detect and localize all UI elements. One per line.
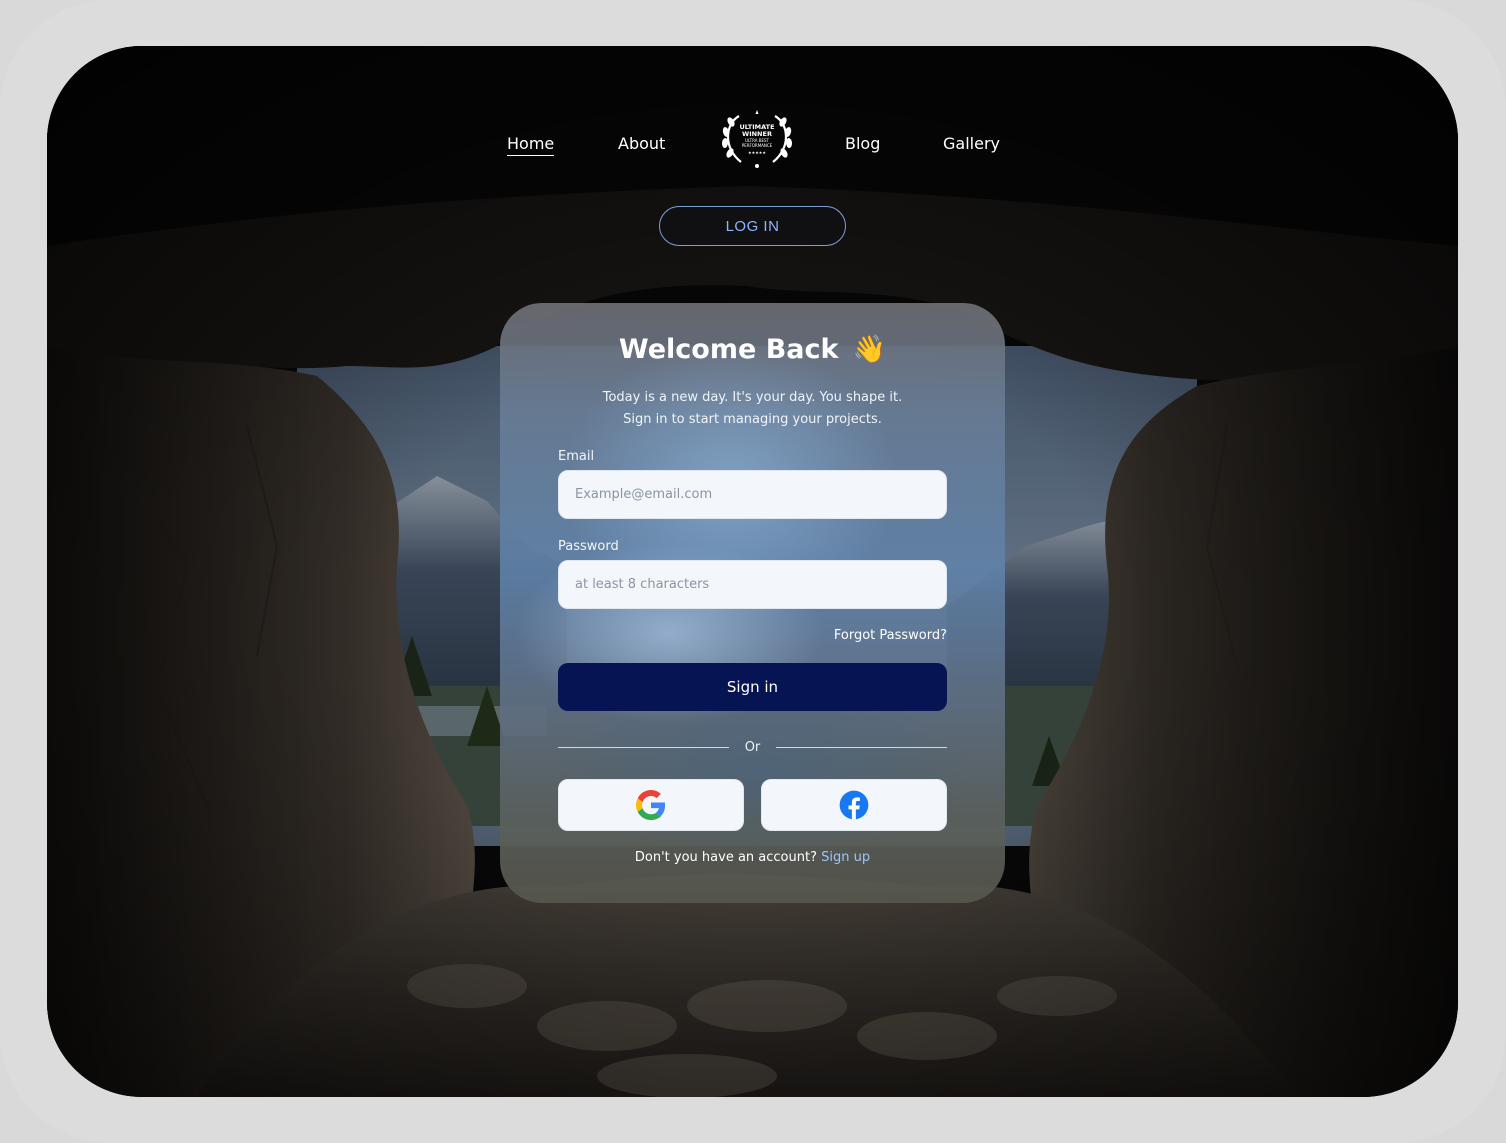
subtitle-line-2: Sign in to start managing your projects. (623, 412, 882, 427)
email-field[interactable] (558, 470, 947, 519)
welcome-title-text: Welcome Back (618, 334, 839, 365)
login-button[interactable]: LOG IN (659, 206, 846, 246)
facebook-signin-button[interactable] (761, 779, 947, 831)
award-badge-logo[interactable]: ULTIMATE WINNER ULTRA BEST PERFORMANCE ★… (719, 108, 795, 170)
password-label: Password (558, 539, 619, 554)
forgot-password-link[interactable]: Forgot Password? (834, 628, 947, 643)
login-card: Welcome Back 👋 Today is a new day. It's y… (500, 303, 1005, 903)
google-icon (636, 790, 666, 820)
nav-about-link[interactable]: About (618, 134, 665, 153)
wave-emoji-icon: 👋 (852, 334, 887, 365)
signup-row: Don't you have an account? Sign up (500, 850, 1005, 865)
divider-line-right (776, 747, 947, 748)
device-frame: Home About ULTIMATE WINNER ULTRA BEST PE… (0, 0, 1506, 1143)
sign-up-link[interactable]: Sign up (821, 850, 870, 865)
signup-prompt: Don't you have an account? (634, 850, 817, 865)
subtitle-line-1: Today is a new day. It's your day. You s… (602, 390, 903, 405)
card-subtitle: Today is a new day. It's your day. You s… (500, 387, 1005, 431)
nav-gallery-link[interactable]: Gallery (943, 134, 1000, 153)
svg-text:★★★★★: ★★★★★ (748, 150, 766, 155)
sign-in-button[interactable]: Sign in (558, 663, 947, 711)
badge-line-2: WINNER (742, 130, 772, 138)
card-title: Welcome Back 👋 (500, 333, 1005, 365)
nav-home-link[interactable]: Home (507, 134, 555, 156)
password-field[interactable] (558, 560, 947, 609)
google-signin-button[interactable] (558, 779, 744, 831)
email-label: Email (558, 449, 595, 464)
facebook-icon (839, 790, 869, 820)
badge-line-4: PERFORMANCE (742, 143, 773, 148)
app-screen: Home About ULTIMATE WINNER ULTRA BEST PE… (47, 46, 1458, 1097)
nav-blog-link[interactable]: Blog (845, 134, 880, 153)
